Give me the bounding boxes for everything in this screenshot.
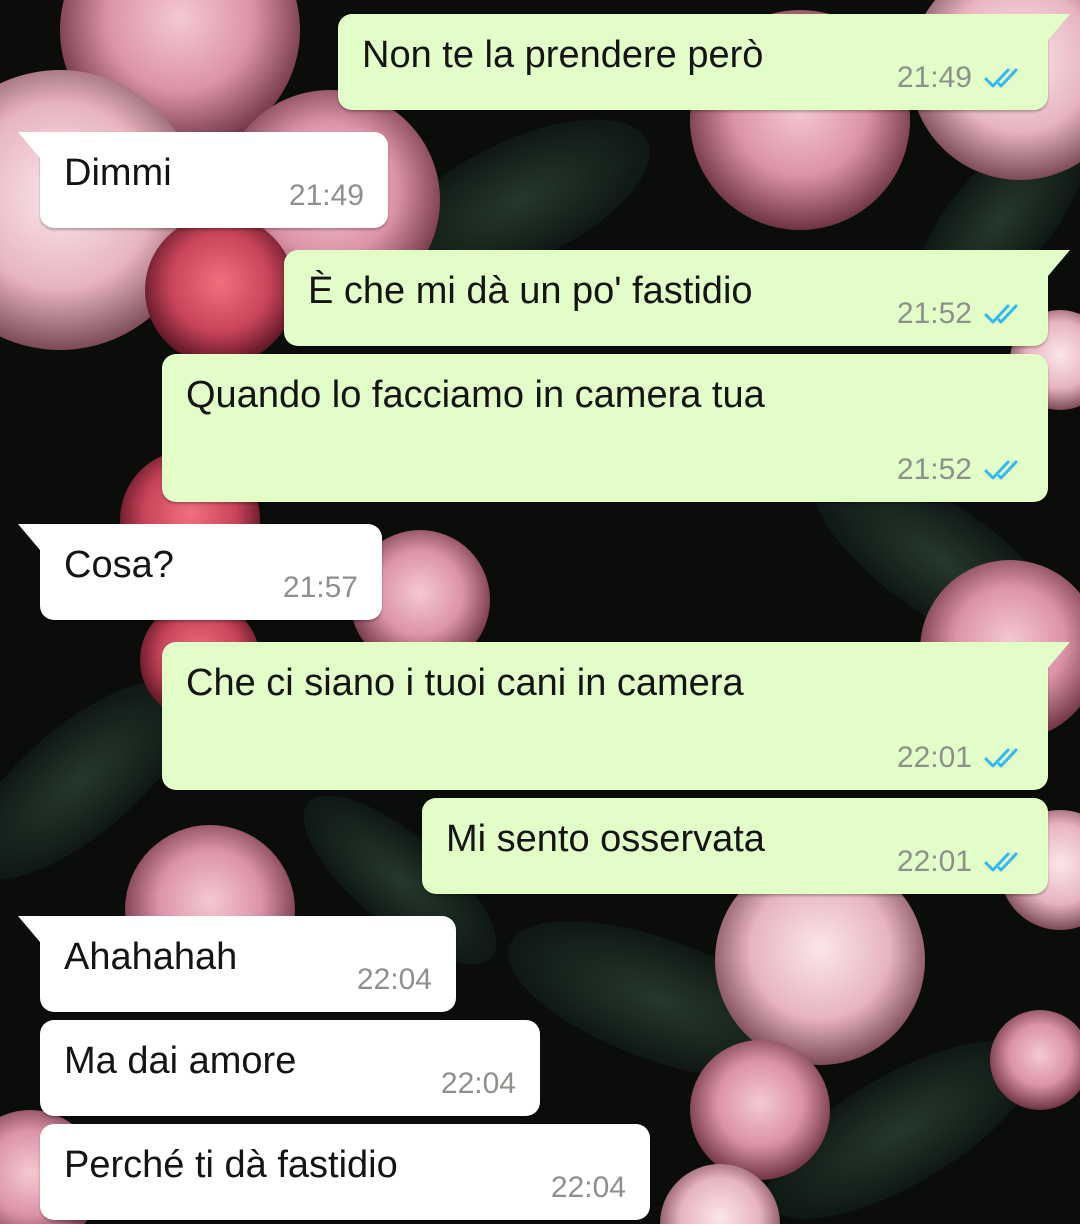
- message-text: Mi sento osservata: [446, 818, 765, 860]
- message-time: 22:04: [550, 1171, 626, 1204]
- message-time: 21:49: [288, 179, 364, 212]
- message-meta: 22:01: [897, 738, 1024, 778]
- message-text: Non te la prendere però: [362, 34, 764, 76]
- message-time: 21:52: [896, 453, 972, 486]
- message-time: 22:01: [896, 845, 972, 878]
- message-meta: 21:52: [897, 450, 1024, 490]
- message-time: 21:52: [896, 297, 972, 330]
- chat-message-list[interactable]: Non te la prendere però 21:49 Dimmi 21:4…: [0, 0, 1080, 1224]
- message-text: Che ci siano i tuoi cani in camera: [186, 662, 744, 704]
- message-time: 21:49: [896, 61, 972, 94]
- message-bubble-incoming[interactable]: Ahahahah 22:04: [18, 916, 456, 1012]
- message-meta: 21:49: [897, 58, 1024, 98]
- message-meta: 22:04: [551, 1168, 626, 1208]
- message-meta: 22:01: [897, 842, 1024, 882]
- message-meta: 21:49: [289, 176, 364, 216]
- message-bubble-incoming[interactable]: Perché ti dà fastidio 22:04: [40, 1124, 650, 1220]
- message-meta: 21:52: [897, 294, 1024, 334]
- message-time: 22:01: [896, 741, 972, 774]
- message-time: 22:04: [440, 1067, 516, 1100]
- message-bubble-outgoing[interactable]: Che ci siano i tuoi cani in camera 22:01: [162, 642, 1070, 790]
- message-bubble-outgoing[interactable]: Mi sento osservata 22:01: [422, 798, 1048, 894]
- message-bubble-incoming[interactable]: Ma dai amore 22:04: [40, 1020, 540, 1116]
- message-time: 21:57: [282, 571, 358, 604]
- message-meta: 22:04: [441, 1064, 516, 1104]
- message-bubble-incoming[interactable]: Dimmi 21:49: [18, 132, 388, 228]
- message-meta: 21:57: [283, 568, 358, 608]
- message-text: Ma dai amore: [64, 1040, 297, 1082]
- message-bubble-outgoing[interactable]: Quando lo facciamo in camera tua 21:52: [162, 354, 1048, 502]
- double-check-icon: [984, 746, 1024, 770]
- message-text: Ahahahah: [64, 936, 238, 978]
- message-text: Quando lo facciamo in camera tua: [186, 374, 765, 416]
- message-text: Cosa?: [64, 544, 174, 586]
- double-check-icon: [984, 850, 1024, 874]
- message-text: È che mi dà un po' fastidio: [308, 270, 753, 312]
- message-bubble-outgoing[interactable]: Non te la prendere però 21:49: [338, 14, 1070, 110]
- double-check-icon: [984, 66, 1024, 90]
- double-check-icon: [984, 458, 1024, 482]
- message-meta: 22:04: [357, 960, 432, 1000]
- double-check-icon: [984, 302, 1024, 326]
- message-bubble-outgoing[interactable]: È che mi dà un po' fastidio 21:52: [284, 250, 1070, 346]
- message-text: Perché ti dà fastidio: [64, 1144, 398, 1186]
- message-time: 22:04: [356, 963, 432, 996]
- message-bubble-incoming[interactable]: Cosa? 21:57: [18, 524, 382, 620]
- message-text: Dimmi: [64, 152, 172, 194]
